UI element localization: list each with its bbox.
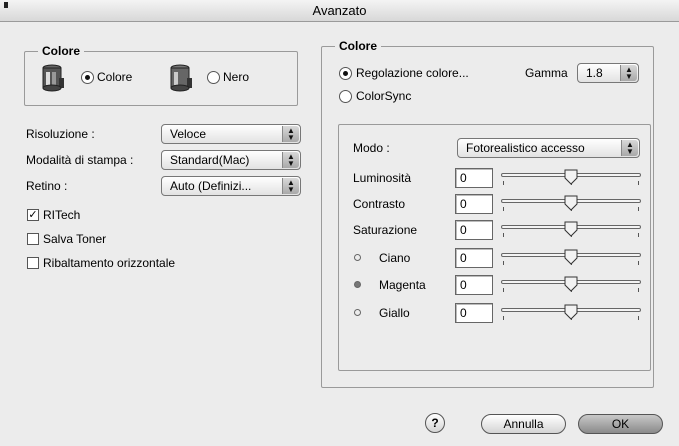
halftone-label: Retino : bbox=[26, 179, 68, 193]
mode-value: Fotorealistico accesso bbox=[466, 141, 585, 155]
cyan-color-dot-icon bbox=[354, 254, 361, 261]
black-cartridge-icon bbox=[168, 64, 194, 92]
saturation-value-field[interactable]: 0 bbox=[455, 220, 493, 240]
ritech-checkbox[interactable]: ✓ bbox=[27, 209, 39, 221]
color-group-title: Colore bbox=[38, 44, 85, 58]
resolution-popup[interactable]: Veloce ▲ ▼ bbox=[161, 124, 301, 144]
color-radio[interactable] bbox=[81, 71, 94, 84]
slider-tick bbox=[638, 233, 639, 237]
colorsync-radio[interactable] bbox=[339, 90, 352, 103]
yellow-color-dot-icon bbox=[354, 309, 361, 316]
cancel-button[interactable]: Annulla bbox=[481, 414, 566, 434]
window-title: Avanzato bbox=[312, 3, 367, 18]
slider-tick bbox=[638, 261, 639, 265]
slider-tick bbox=[503, 207, 504, 211]
magenta-color-dot-icon bbox=[354, 281, 361, 288]
print-mode-label: Modalità di stampa : bbox=[26, 153, 134, 167]
gamma-popup[interactable]: 1.8 ▲ ▼ bbox=[577, 63, 639, 83]
slider-tick bbox=[503, 316, 504, 320]
slider-tick bbox=[503, 288, 504, 292]
color-adjust-radio[interactable] bbox=[339, 67, 352, 80]
yellow-slider-thumb[interactable] bbox=[564, 304, 578, 320]
cyan-slider-thumb[interactable] bbox=[564, 249, 578, 265]
contrast-label: Contrasto bbox=[353, 197, 406, 211]
saturation-slider-thumb[interactable] bbox=[564, 221, 578, 237]
print-mode-value: Standard(Mac) bbox=[170, 153, 250, 167]
halftone-value: Auto (Definizi... bbox=[170, 179, 252, 193]
mode-label: Modo : bbox=[353, 141, 390, 155]
toner-save-label: Salva Toner bbox=[43, 232, 107, 246]
ritech-label: RITech bbox=[43, 208, 81, 222]
slider-tick bbox=[638, 316, 639, 320]
cyan-label: Ciano bbox=[379, 251, 411, 265]
luminosity-value-field[interactable]: 0 bbox=[455, 168, 493, 188]
yellow-label: Giallo bbox=[379, 306, 410, 320]
slider-tick bbox=[638, 207, 639, 211]
popup-arrows-icon: ▲ ▼ bbox=[282, 126, 299, 142]
print-mode-popup[interactable]: Standard(Mac) ▲ ▼ bbox=[161, 150, 301, 170]
color-adjust-label: Regolazione colore... bbox=[356, 66, 469, 80]
popup-arrows-icon: ▲ ▼ bbox=[282, 152, 299, 168]
ok-label: OK bbox=[611, 417, 630, 431]
saturation-label: Saturazione bbox=[353, 223, 418, 237]
colorsync-label: ColorSync bbox=[356, 89, 412, 103]
color-radio-label: Colore bbox=[97, 70, 133, 84]
adjustment-panel bbox=[338, 124, 651, 371]
halftone-popup[interactable]: Auto (Definizi... ▲ ▼ bbox=[161, 176, 301, 196]
cancel-label: Annulla bbox=[503, 417, 544, 431]
magenta-slider-thumb[interactable] bbox=[564, 276, 578, 292]
help-button[interactable]: ? bbox=[425, 413, 445, 433]
slider-tick bbox=[503, 261, 504, 265]
yellow-value-field[interactable]: 0 bbox=[455, 303, 493, 323]
cyan-value-field[interactable]: 0 bbox=[455, 248, 493, 268]
ok-button[interactable]: OK bbox=[578, 414, 663, 434]
mode-popup[interactable]: Fotorealistico accesso ▲ ▼ bbox=[457, 138, 640, 158]
color-settings-title: Colore bbox=[335, 39, 382, 53]
resolution-label: Risoluzione : bbox=[26, 127, 95, 141]
luminosity-label: Luminosità bbox=[353, 171, 412, 185]
slider-tick bbox=[638, 288, 639, 292]
popup-arrows-icon: ▲ ▼ bbox=[620, 65, 637, 81]
resolution-value: Veloce bbox=[170, 127, 207, 141]
magenta-label: Magenta bbox=[379, 278, 426, 292]
magenta-value-field[interactable]: 0 bbox=[455, 275, 493, 295]
contrast-slider-thumb[interactable] bbox=[564, 195, 578, 211]
window-title-bar: Avanzato bbox=[0, 0, 679, 22]
color-cartridge-icon bbox=[40, 64, 66, 92]
gamma-value: 1.8 bbox=[586, 66, 603, 80]
slider-tick bbox=[503, 233, 504, 237]
black-radio[interactable] bbox=[207, 71, 220, 84]
help-icon: ? bbox=[431, 416, 439, 430]
window-corner-mark bbox=[4, 2, 8, 8]
black-radio-label: Nero bbox=[223, 70, 250, 84]
contrast-value-field[interactable]: 0 bbox=[455, 194, 493, 214]
slider-tick bbox=[503, 181, 504, 185]
popup-arrows-icon: ▲ ▼ bbox=[282, 178, 299, 194]
slider-tick bbox=[638, 181, 639, 185]
horizontal-flip-checkbox[interactable] bbox=[27, 257, 39, 269]
luminosity-slider-thumb[interactable] bbox=[564, 169, 578, 185]
gamma-label: Gamma bbox=[525, 66, 568, 80]
popup-arrows-icon: ▲ ▼ bbox=[621, 140, 638, 156]
horizontal-flip-label: Ribaltamento orizzontale bbox=[43, 256, 176, 270]
toner-save-checkbox[interactable] bbox=[27, 233, 39, 245]
